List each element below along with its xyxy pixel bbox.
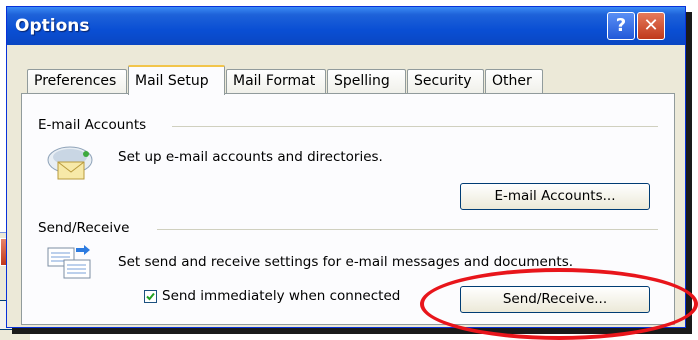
tab-mail-setup[interactable]: Mail Setup [128,65,225,95]
email-accounts-icon [47,146,93,180]
title-bar: Options ? ✕ [7,7,685,45]
options-dialog: Options ? ✕ Preferences Mail Setup Mail … [6,6,686,328]
email-accounts-group-label: E-mail Accounts [38,117,153,133]
send-immediately-checkbox[interactable] [144,290,157,303]
tab-mail-format[interactable]: Mail Format [226,69,326,93]
tab-spelling[interactable]: Spelling [327,69,406,93]
send-receive-button[interactable]: Send/Receive... [460,286,650,313]
help-button[interactable]: ? [607,12,635,40]
email-accounts-description: Set up e-mail accounts and directories. [118,149,383,165]
send-receive-divider [157,229,658,230]
email-accounts-button[interactable]: E-mail Accounts... [460,183,650,210]
send-receive-description: Set send and receive settings for e-mail… [118,254,574,270]
tab-security[interactable]: Security [407,69,484,93]
close-button[interactable]: ✕ [637,12,665,40]
tab-other[interactable]: Other [485,69,543,93]
send-receive-group-label: Send/Receive [38,220,136,236]
check-icon [146,292,155,301]
window-title: Options [15,16,90,36]
mail-setup-panel: E-mail Accounts Set up e-mail accounts a… [21,93,675,325]
email-accounts-divider [172,126,658,127]
tab-preferences[interactable]: Preferences [27,69,127,93]
send-immediately-label: Send immediately when connected [162,288,401,304]
send-receive-icon [47,245,91,279]
